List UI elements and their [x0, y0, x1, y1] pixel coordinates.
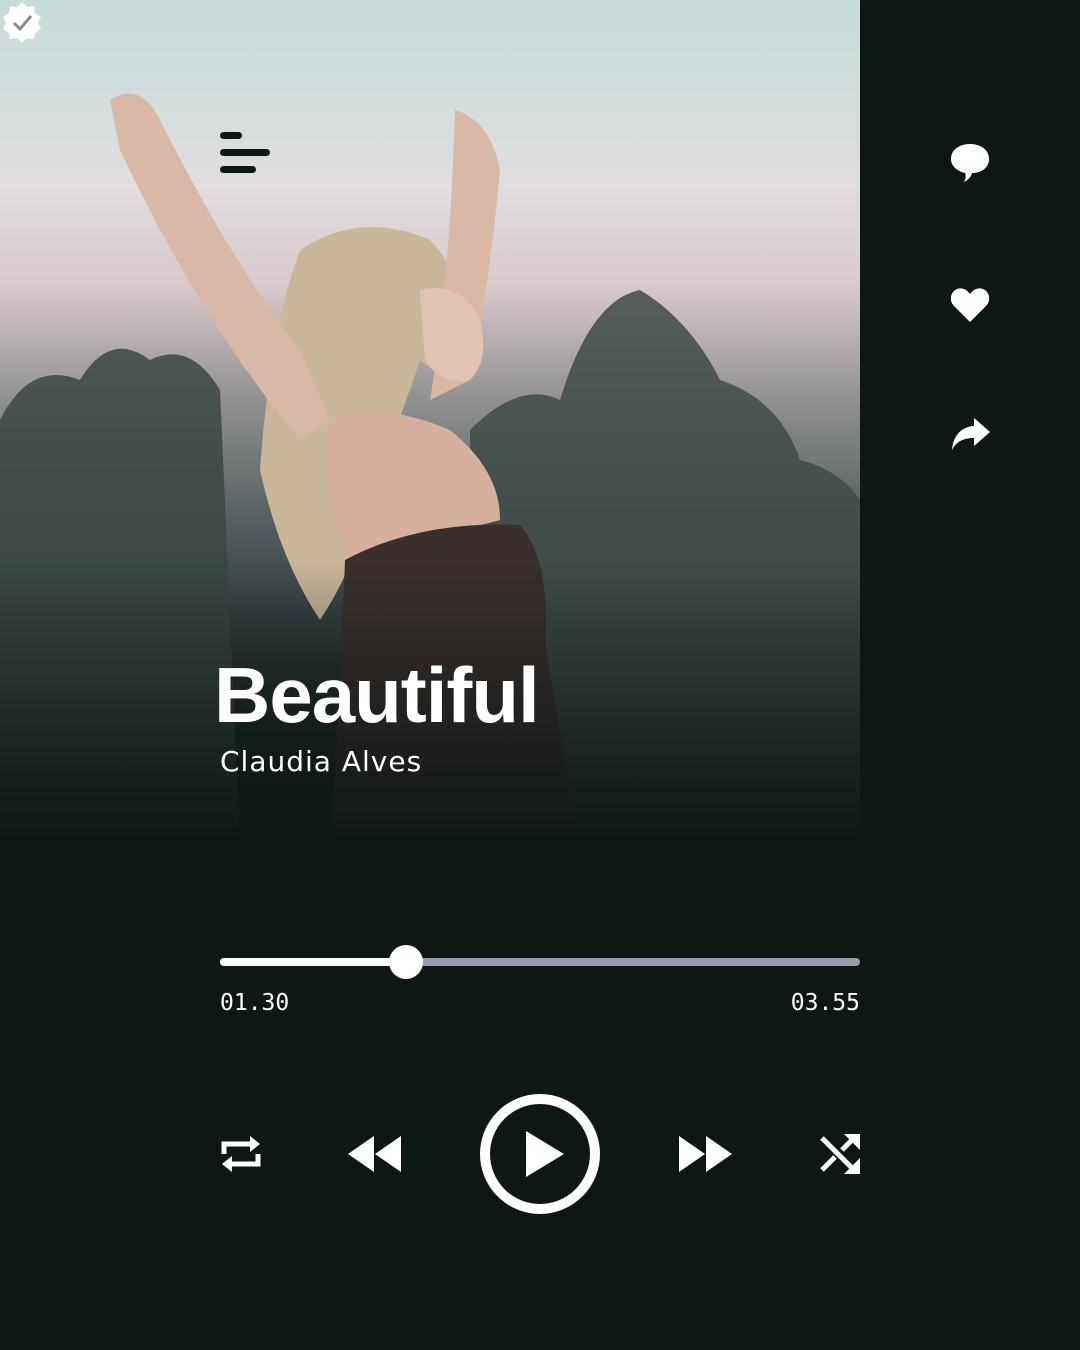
progress-fill [220, 958, 406, 966]
progress-track[interactable] [220, 945, 860, 979]
share-icon[interactable] [948, 412, 992, 456]
verified-badge-icon [3, 2, 41, 43]
total-time: 03.55 [790, 990, 860, 1016]
repeat-icon[interactable] [220, 1132, 262, 1176]
shuffle-icon[interactable] [818, 1132, 862, 1176]
comment-icon[interactable] [948, 140, 992, 184]
progress-knob[interactable] [388, 945, 423, 979]
fast-forward-icon[interactable] [678, 1134, 734, 1174]
heart-icon[interactable] [948, 282, 992, 326]
current-time: 01.30 [220, 990, 290, 1016]
rewind-icon[interactable] [346, 1134, 402, 1174]
album-cover: Beautiful Claudia Alves [0, 0, 860, 840]
menu-icon[interactable] [220, 132, 270, 174]
play-button[interactable] [480, 1094, 600, 1214]
play-icon [526, 1131, 564, 1177]
artist-name: Claudia Alves [220, 745, 423, 778]
track-title: Beautiful [214, 651, 540, 739]
